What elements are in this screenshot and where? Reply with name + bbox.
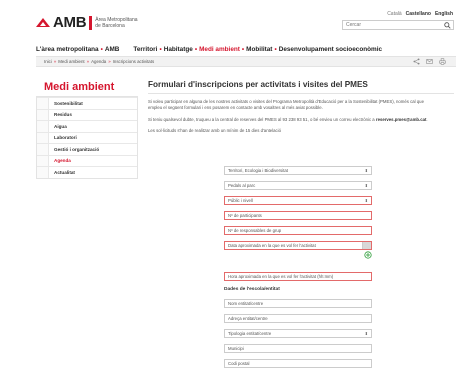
amb-logo[interactable]: AMB Àrea Metropolitana de Barcelona (36, 14, 138, 31)
nav-dot: • (274, 45, 277, 53)
search-icon[interactable] (444, 22, 451, 29)
inscription-form: Territori, Ecologia i Biodiversitat ⬍ Ped… (224, 166, 372, 371)
breadcrumb-bar: Inici» Medi ambient» Agenda» Inscripcions a… (36, 56, 456, 67)
sidebar-item-agenda[interactable]: Agenda (37, 154, 137, 166)
lang-catala[interactable]: Català (387, 11, 401, 17)
school-name-input[interactable]: Nom entitat/centre (224, 299, 372, 308)
print-icon[interactable] (439, 58, 446, 65)
hour-input[interactable]: Hora aproximada en la que es vol fer l'a… (224, 272, 372, 281)
nav-amb[interactable]: AMB (105, 46, 120, 53)
contact-paragraph: Si teniu qualsevol dubte, truqueu a la c… (148, 116, 428, 122)
postal-code-input[interactable]: Codi postal (224, 359, 372, 368)
nav-territori[interactable]: Territori (133, 46, 157, 53)
school-address-input[interactable]: Adreça entitat/centre (224, 314, 372, 323)
top-navigation: L'àrea metropolitana • AMB Territori • H… (36, 44, 456, 54)
logo-subtitle: Àrea Metropolitana de Barcelona (95, 17, 137, 29)
school-type-select[interactable]: Tipologia entitat/centre ⬍ (224, 329, 372, 338)
logo-separator (89, 15, 93, 30)
sidebar-item-label: Actualitat (54, 169, 75, 175)
page-tools (413, 58, 446, 65)
chevron-updown-icon: ⬍ (364, 183, 368, 188)
main-content: Formulari d'inscripcions per activitats … (148, 80, 454, 368)
sidebar-item-sostenibilitat[interactable]: Sostenibilitat (37, 97, 137, 109)
sidebar: Medi ambient Sostenibilitat Residus Aigu… (36, 80, 138, 179)
public-level-select[interactable]: Públic i nivell ⬍ (224, 196, 372, 205)
nav-habitatge[interactable]: Habitatge (164, 46, 193, 53)
logo-subtitle-line1: Àrea Metropolitana (95, 16, 138, 23)
sidebar-item-label: Sostenibilitat (54, 100, 83, 106)
nav-dot: • (100, 45, 103, 53)
lang-castellano[interactable]: Castellano (406, 11, 431, 17)
notice-paragraph: Les sol·licituds s'han de realitzar amb … (148, 128, 282, 134)
chevron-updown-icon: ⬍ (364, 168, 368, 173)
sidebar-item-gestio[interactable]: Gestió i organització (37, 143, 137, 155)
search-input[interactable] (343, 21, 439, 29)
nav-medi-ambient[interactable]: Medi ambient (199, 46, 240, 53)
breadcrumb: Inici» Medi ambient» Agenda» Inscripcions a… (44, 59, 155, 64)
sidebar-item-aigua[interactable]: Aigua (37, 120, 137, 132)
nav-mobilitat[interactable]: Mobilitat (246, 46, 272, 53)
breadcrumb-inici[interactable]: Inici (44, 59, 52, 64)
lang-english[interactable]: English (435, 11, 453, 17)
sidebar-menu: Sostenibilitat Residus Aigua Laboratori … (36, 97, 138, 179)
breadcrumb-medi-ambient[interactable]: Medi ambient (58, 59, 84, 64)
responsables-input[interactable]: Nº de responsables de grup (224, 226, 372, 235)
site-header: AMB Àrea Metropolitana de Barcelona Cata… (0, 0, 465, 40)
share-icon[interactable] (413, 58, 420, 65)
nav-dot: • (159, 45, 162, 53)
participants-input[interactable]: Nº de participants (224, 211, 372, 220)
chevron-updown-icon: ⬍ (364, 198, 368, 203)
language-switcher: Català Castellano English (387, 11, 453, 17)
sidebar-item-label: Agenda (54, 158, 71, 164)
reserves-email-link[interactable]: reserves.pmes@amb.cat (376, 117, 427, 122)
sidebar-item-label: Gestió i organització (54, 146, 100, 152)
municipality-input[interactable]: Municipi (224, 344, 372, 353)
logo-subtitle-line2: de Barcelona (95, 22, 125, 29)
breadcrumb-current: Inscripcions activitats (112, 59, 155, 64)
page-title: Formulari d'inscripcions per activitats … (148, 80, 454, 94)
area-select[interactable]: Territori, Ecologia i Biodiversitat ⬍ (224, 166, 372, 175)
calendar-icon[interactable] (362, 242, 371, 249)
nav-dot: • (241, 45, 245, 53)
sidebar-item-label: Laboratori (54, 135, 77, 141)
sidebar-item-label: Aigua (54, 123, 67, 129)
search-box (342, 20, 454, 30)
sidebar-title: Medi ambient (36, 80, 138, 97)
school-section-title: Dades de l'escola/entitat (224, 287, 280, 292)
add-icon[interactable] (364, 251, 372, 259)
amb-logo-mark-icon (36, 18, 50, 27)
breadcrumb-agenda[interactable]: Agenda (91, 59, 106, 64)
add-date-row (224, 250, 372, 260)
sidebar-item-laboratori[interactable]: Laboratori (37, 131, 137, 143)
sidebar-item-label: Residus (54, 112, 72, 118)
date-input[interactable]: Data aproximada en la que es vol fer l'a… (224, 241, 372, 250)
nav-dot: • (194, 45, 198, 53)
nav-desenvolupament[interactable]: Desenvolupament socioeconòmic (279, 46, 382, 53)
nav-area-metropolitana[interactable]: L'àrea metropolitana (36, 46, 99, 53)
sidebar-item-actualitat[interactable]: Actualitat (37, 166, 137, 178)
email-icon[interactable] (426, 58, 433, 65)
intro-paragraph: Si voleu participar en alguna de les nos… (148, 99, 424, 111)
logo-text: AMB (53, 14, 87, 31)
chevron-updown-icon: ⬍ (364, 331, 368, 336)
activity-select[interactable]: Pedals al parc ⬍ (224, 181, 372, 190)
sidebar-item-residus[interactable]: Residus (37, 108, 137, 120)
